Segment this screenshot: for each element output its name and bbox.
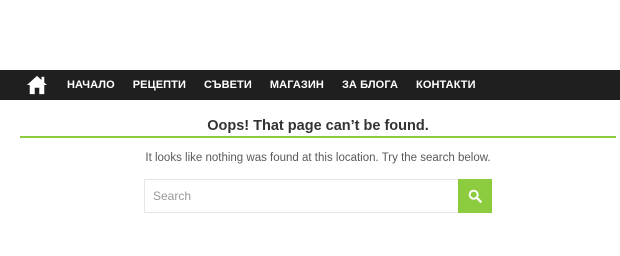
nav-item-tips[interactable]: СЪВЕТИ xyxy=(195,70,261,100)
search-icon xyxy=(468,189,482,203)
search-form xyxy=(144,179,492,213)
nav-item-home[interactable]: НАЧАЛО xyxy=(58,70,124,100)
nav-item-recipes[interactable]: РЕЦЕПТИ xyxy=(124,70,195,100)
main-navigation: НАЧАЛО РЕЦЕПТИ СЪВЕТИ МАГАЗИН ЗА БЛОГА К… xyxy=(0,70,620,100)
page-title: Oops! That page can’t be found. xyxy=(207,118,429,134)
search-button[interactable] xyxy=(458,179,492,213)
home-icon xyxy=(27,75,47,95)
page: НАЧАЛО РЕЦЕПТИ СЪВЕТИ МАГАЗИН ЗА БЛОГА К… xyxy=(0,0,620,256)
title-divider xyxy=(20,136,616,138)
nav-item-contacts[interactable]: КОНТАКТИ xyxy=(407,70,485,100)
nav-menu: НАЧАЛО РЕЦЕПТИ СЪВЕТИ МАГАЗИН ЗА БЛОГА К… xyxy=(58,70,485,100)
nav-item-shop[interactable]: МАГАЗИН xyxy=(261,70,333,100)
home-button[interactable] xyxy=(18,70,56,100)
nav-item-about-blog[interactable]: ЗА БЛОГА xyxy=(333,70,407,100)
search-input[interactable] xyxy=(145,180,458,212)
not-found-message: It looks like nothing was found at this … xyxy=(145,152,491,164)
